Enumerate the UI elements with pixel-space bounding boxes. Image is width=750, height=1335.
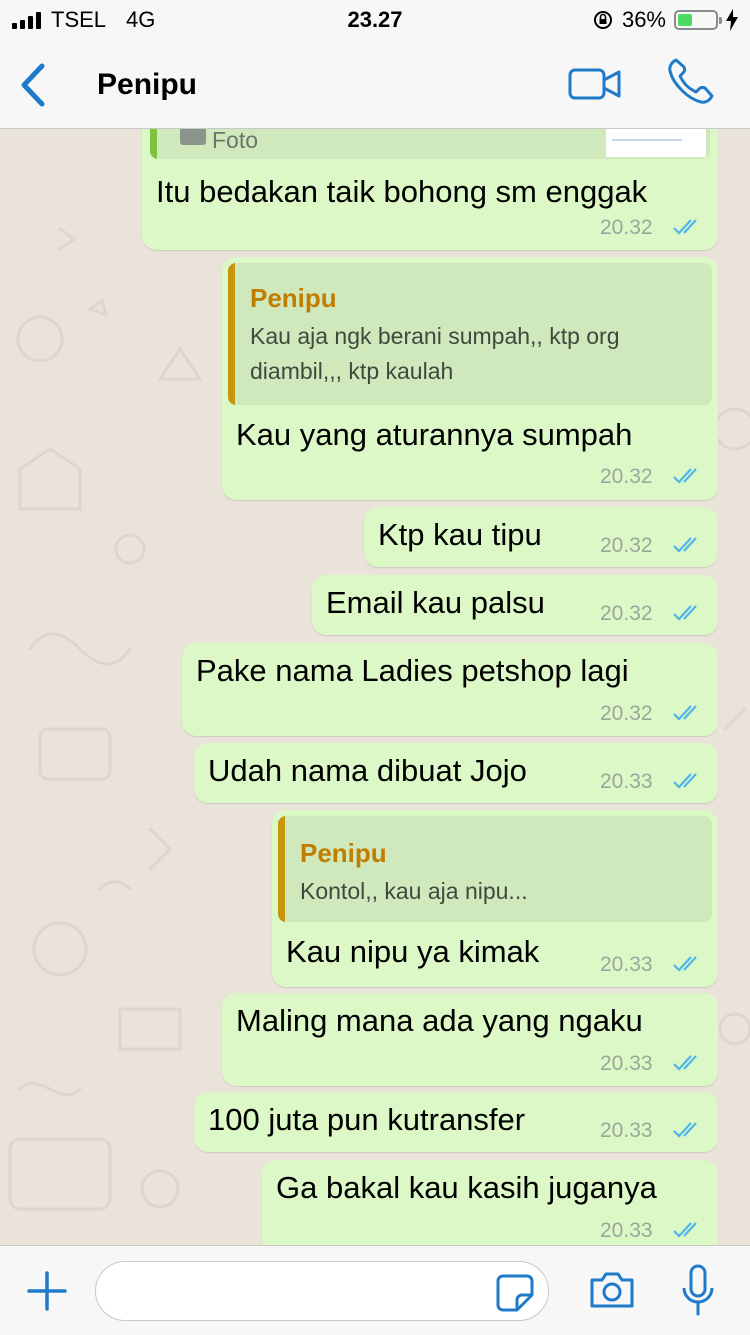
- chat-header: Penipu: [0, 40, 750, 129]
- message-time: 20.33: [600, 1119, 653, 1142]
- microphone-icon[interactable]: [680, 1264, 716, 1318]
- chevron-left-icon[interactable]: [14, 62, 54, 108]
- photo-icon: [180, 129, 206, 145]
- message-bubble[interactable]: Foto Itu bedakan taik bohong sm enggak 2…: [142, 129, 718, 250]
- quoted-photo-preview[interactable]: Foto: [150, 129, 710, 159]
- message-text: Udah nama dibuat Jojo: [208, 753, 527, 788]
- message-text: Ktp kau tipu: [378, 517, 542, 552]
- message-bubble[interactable]: Penipu Kau aja ngk berani sumpah,, ktp o…: [222, 257, 718, 500]
- double-check-icon: [673, 1222, 697, 1238]
- plus-icon[interactable]: [26, 1270, 68, 1312]
- double-check-icon: [673, 468, 697, 484]
- quoted-message[interactable]: Penipu Kau aja ngk berani sumpah,, ktp o…: [228, 263, 712, 405]
- message-time: 20.32: [600, 602, 653, 625]
- message-time: 20.33: [600, 1219, 653, 1242]
- message-text: Ga bakal kau kasih juganya: [276, 1170, 657, 1205]
- message-bubble[interactable]: Udah nama dibuat Jojo 20.33: [194, 743, 718, 803]
- photo-thumbnail: [606, 129, 706, 157]
- message-text: Pake nama Ladies petshop lagi: [196, 653, 629, 688]
- status-bar: TSEL 4G 23.27 36%: [0, 0, 750, 40]
- message-bubble[interactable]: Pake nama Ladies petshop lagi 20.32: [182, 643, 718, 736]
- battery-icon: [674, 10, 722, 30]
- double-check-icon: [673, 773, 697, 789]
- message-bubble[interactable]: Ktp kau tipu 20.32: [364, 507, 718, 567]
- message-time: 20.32: [600, 465, 653, 488]
- message-time: 20.32: [600, 534, 653, 557]
- double-check-icon: [673, 1122, 697, 1138]
- message-text: Kau nipu ya kimak: [286, 934, 540, 969]
- message-bubble[interactable]: Maling mana ada yang ngaku 20.33: [222, 993, 718, 1086]
- message-time: 20.32: [600, 702, 653, 725]
- contact-name[interactable]: Penipu: [97, 68, 197, 102]
- phone-icon[interactable]: [666, 56, 716, 106]
- double-check-icon: [673, 705, 697, 721]
- message-time: 20.33: [600, 953, 653, 976]
- double-check-icon: [673, 219, 697, 235]
- double-check-icon: [673, 537, 697, 553]
- message-bubble[interactable]: Penipu Kontol,, kau aja nipu... Kau nipu…: [272, 810, 718, 987]
- double-check-icon: [673, 605, 697, 621]
- quoted-photo-label: Foto: [212, 129, 259, 153]
- message-text: Maling mana ada yang ngaku: [236, 1003, 643, 1038]
- message-bubble[interactable]: Ga bakal kau kasih juganya 20.33: [262, 1160, 718, 1245]
- quoted-author: Penipu: [300, 838, 387, 868]
- quoted-author: Penipu: [250, 283, 337, 313]
- quoted-text-line: Kau aja ngk berani sumpah,, ktp org: [250, 323, 620, 349]
- message-text: Itu bedakan taik bohong sm enggak: [156, 174, 648, 209]
- quoted-text-line: Kontol,, kau aja nipu...: [300, 878, 528, 904]
- message-input[interactable]: [95, 1261, 549, 1321]
- charging-bolt-icon: [726, 9, 738, 31]
- chat-area[interactable]: Foto Itu bedakan taik bohong sm enggak 2…: [0, 129, 750, 1245]
- double-check-icon: [673, 1055, 697, 1071]
- message-time: 20.33: [600, 1052, 653, 1075]
- message-time: 20.33: [600, 770, 653, 793]
- message-text: 100 juta pun kutransfer: [208, 1102, 526, 1137]
- battery-percent: 36%: [621, 7, 666, 32]
- message-time: 20.32: [600, 216, 653, 239]
- rotation-lock-icon: [593, 11, 612, 29]
- quoted-text-line: diambil,,, ktp kaulah: [250, 358, 454, 384]
- message-text: Kau yang aturannya sumpah: [236, 417, 633, 452]
- double-check-icon: [673, 956, 697, 972]
- message-bubble[interactable]: Email kau palsu 20.32: [312, 575, 718, 635]
- quoted-message[interactable]: Penipu Kontol,, kau aja nipu...: [278, 816, 712, 922]
- video-camera-icon[interactable]: [568, 64, 622, 104]
- message-text: Email kau palsu: [326, 585, 545, 620]
- message-input-bar: [0, 1245, 750, 1335]
- message-bubble[interactable]: 100 juta pun kutransfer 20.33: [194, 1092, 718, 1152]
- camera-icon[interactable]: [588, 1270, 636, 1310]
- sticker-icon[interactable]: [495, 1273, 535, 1313]
